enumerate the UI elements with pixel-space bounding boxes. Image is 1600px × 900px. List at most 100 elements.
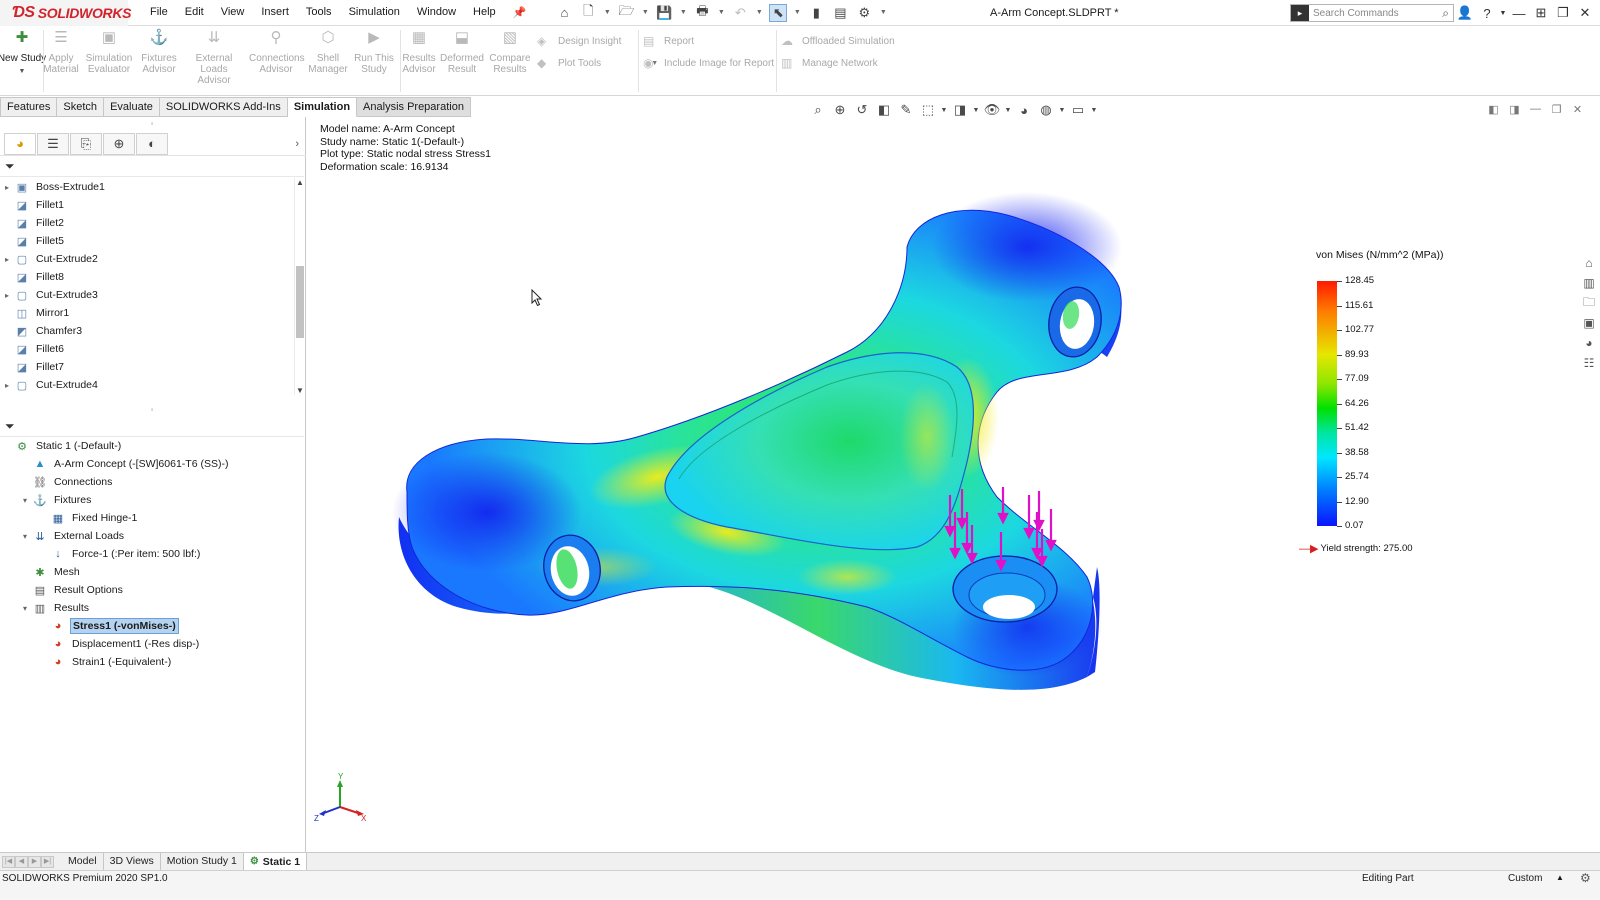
tab-simulation[interactable]: Simulation	[287, 97, 358, 117]
study-tree-item[interactable]: ◕ Stress1 (-vonMises-)	[0, 617, 294, 635]
bottom-tab-3d-views[interactable]: 3D Views	[104, 853, 161, 870]
user-account-icon[interactable]: 👤	[1454, 3, 1476, 23]
viewport-right-icon[interactable]: ◨	[1504, 103, 1525, 116]
feature-tree-filter[interactable]: ⏷	[0, 157, 304, 177]
search-icon[interactable]: ⌕	[1442, 6, 1449, 21]
restore-icon[interactable]: ❐	[1552, 3, 1574, 23]
collapse-arrow-icon[interactable]: ▾	[18, 532, 32, 541]
feature-tree-item[interactable]: ◪ Fillet2	[0, 214, 294, 232]
menu-file[interactable]: File	[150, 6, 168, 19]
traffic-light-icon[interactable]: ▮	[807, 4, 825, 22]
display-manager-tab-icon[interactable]: ◐	[136, 132, 168, 155]
expand-arrow-icon[interactable]: ▸	[0, 183, 14, 192]
tab-analysis-preparation[interactable]: Analysis Preparation	[357, 97, 471, 117]
solidworks-logo[interactable]: ƊS SOLIDWORKS	[0, 0, 132, 26]
bottom-tab-motion-study[interactable]: Motion Study 1	[161, 853, 244, 870]
file-properties-icon[interactable]: ▤	[831, 4, 849, 22]
graphics-area[interactable]: Model name: A-Arm Concept Study name: St…	[307, 117, 1600, 852]
configuration-manager-tab-icon[interactable]: ⎘	[70, 132, 102, 155]
view-orientation-icon[interactable]: ⬚	[918, 101, 938, 119]
feature-tree-item[interactable]: ◪ Fillet7	[0, 358, 294, 376]
dynamic-annotation-icon[interactable]: ✎	[896, 101, 916, 119]
undo-dropdown-icon[interactable]: ▼	[755, 4, 763, 22]
feature-tree-item[interactable]: ▸ ▢ Cut-Extrude4	[0, 376, 294, 394]
file-explorer-icon[interactable]: 🗀	[1580, 294, 1598, 312]
viewport-left-icon[interactable]: ◧	[1483, 103, 1504, 116]
panel-splitter-grip[interactable]: ◦	[148, 119, 156, 128]
apply-scene-icon[interactable]: ◍	[1036, 101, 1056, 119]
next-tab-icon[interactable]: ▶	[28, 855, 41, 868]
unit-system-selector[interactable]: Custom	[1508, 873, 1542, 884]
plot-tools-button[interactable]: ◆ Plot Tools ▼	[537, 56, 658, 70]
menu-window[interactable]: Window	[417, 6, 456, 19]
save-icon[interactable]: 💾	[655, 4, 673, 22]
connections-advisor-button[interactable]: ⚲ Connections Advisor	[249, 30, 305, 75]
zoom-to-area-icon[interactable]: ⊕	[830, 101, 850, 119]
undo-icon[interactable]: ↶	[731, 4, 749, 22]
help-icon[interactable]: ?	[1476, 3, 1498, 23]
hide-show-dropdown-icon[interactable]: ▼	[1004, 101, 1012, 119]
scroll-thumb[interactable]	[296, 266, 304, 338]
unit-system-dropdown-icon[interactable]: ▲	[1556, 873, 1564, 882]
tree-splitter-grip[interactable]: ◦	[148, 405, 156, 414]
dimxpert-manager-tab-icon[interactable]: ⊕	[103, 132, 135, 155]
edit-appearance-icon[interactable]: ◕	[1014, 101, 1034, 119]
menu-insert[interactable]: Insert	[261, 6, 289, 19]
study-tree-item[interactable]: ▤ Result Options	[0, 581, 294, 599]
menu-view[interactable]: View	[221, 6, 245, 19]
include-image-button[interactable]: ◉ Include Image for Report	[643, 56, 774, 70]
hide-show-items-icon[interactable]: 👁	[982, 101, 1002, 119]
new-document-icon[interactable]: 🗋	[579, 3, 597, 22]
first-tab-icon[interactable]: |◀	[2, 855, 15, 868]
view-orientation-dropdown-icon[interactable]: ▼	[940, 101, 948, 119]
menu-edit[interactable]: Edit	[185, 6, 204, 19]
property-manager-tab-icon[interactable]: ☰	[37, 132, 69, 155]
scroll-down-icon[interactable]: ▼	[296, 386, 304, 395]
manage-network-button[interactable]: ▥ Manage Network	[781, 56, 878, 70]
study-tree-item[interactable]: ▾ ⚓ Fixtures	[0, 491, 294, 509]
viewport-restore-icon[interactable]: ❐	[1546, 103, 1567, 116]
minimize-icon[interactable]: —	[1508, 3, 1530, 23]
status-customize-icon[interactable]: ⚙	[1580, 871, 1591, 885]
view-settings-dropdown-icon[interactable]: ▼	[1090, 101, 1098, 119]
panel-expand-arrow-icon[interactable]: ›	[295, 138, 299, 150]
study-tree-item[interactable]: ▾ ▥ Results	[0, 599, 294, 617]
feature-tree-item[interactable]: ◪ Fillet5	[0, 232, 294, 250]
last-tab-icon[interactable]: ▶|	[41, 855, 54, 868]
stress-legend[interactable]: von Mises (N/mm^2 (MPa)) 128.45 115.61 102…	[1299, 247, 1471, 567]
feature-tree-item[interactable]: ◪ Fillet6	[0, 340, 294, 358]
pin-icon[interactable]: 📌	[513, 6, 527, 19]
options-gear-icon[interactable]: ⚙	[855, 4, 873, 22]
study-tree-item[interactable]: ◕ Strain1 (-Equivalent-)	[0, 653, 294, 671]
view-settings-icon[interactable]: ▭	[1068, 101, 1088, 119]
design-insight-button[interactable]: ◈ Design Insight	[537, 34, 621, 48]
tab-evaluate[interactable]: Evaluate	[104, 97, 160, 117]
apply-material-button[interactable]: ☰ Apply Material	[36, 30, 86, 75]
open-folder-icon[interactable]: 🗁	[617, 3, 635, 22]
expand-arrow-icon[interactable]: ▸	[0, 291, 14, 300]
bottom-tab-static-1[interactable]: ⚙ Static 1	[243, 853, 308, 870]
menu-simulation[interactable]: Simulation	[349, 6, 400, 19]
expand-arrow-icon[interactable]: ▸	[0, 255, 14, 264]
study-tree-item[interactable]: ⚙ Static 1 (-Default-)	[0, 437, 294, 455]
viewport-minimize-icon[interactable]: —	[1525, 103, 1546, 116]
a-arm-part[interactable]	[392, 192, 1122, 690]
study-tree-item[interactable]: ✱ Mesh	[0, 563, 294, 581]
expand-arrow-icon[interactable]: ▸	[0, 381, 14, 390]
study-tree-item[interactable]: ▲ A-Arm Concept (-[SW]6061-T6 (SS)-)	[0, 455, 294, 473]
feature-tree-item[interactable]: ◪ Fillet1	[0, 196, 294, 214]
deformed-result-button[interactable]: ⬓ Deformed Result	[437, 30, 487, 75]
search-input[interactable]: Search Commands	[1313, 8, 1399, 19]
collapse-arrow-icon[interactable]: ▾	[18, 496, 32, 505]
filter-icon[interactable]: ⏷	[5, 419, 15, 434]
custom-properties-icon[interactable]: ☷	[1580, 354, 1598, 372]
print-icon[interactable]: 🖶	[693, 3, 711, 22]
tile-windows-icon[interactable]: ⊞	[1530, 3, 1552, 23]
feature-manager-tab-icon[interactable]: ◕	[4, 132, 36, 155]
save-dropdown-icon[interactable]: ▼	[679, 4, 687, 22]
compare-results-button[interactable]: ▧ Compare Results	[485, 30, 535, 75]
menu-help[interactable]: Help	[473, 6, 496, 19]
collapse-arrow-icon[interactable]: ▾	[18, 604, 32, 613]
search-commands-box[interactable]: ▸ Search Commands ⌕	[1290, 4, 1454, 22]
fixtures-advisor-button[interactable]: ⚓ Fixtures Advisor	[134, 30, 184, 75]
